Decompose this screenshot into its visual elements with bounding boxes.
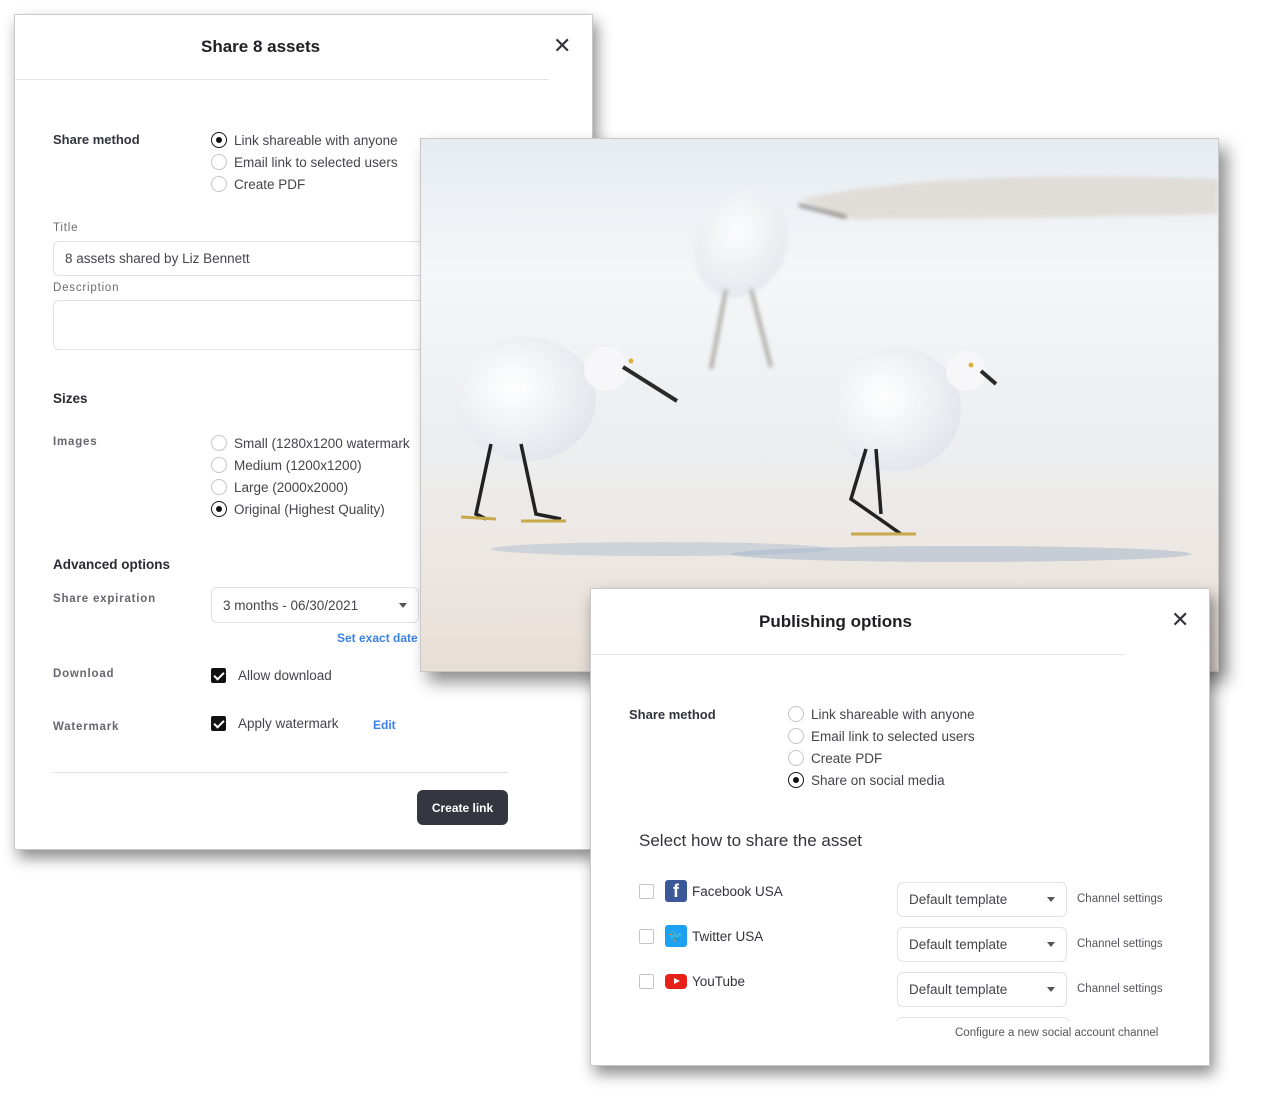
images-label: Images bbox=[53, 436, 98, 448]
template-select-twitter[interactable]: Default template bbox=[897, 927, 1067, 962]
set-exact-date-link[interactable]: Set exact date bbox=[337, 631, 418, 645]
share-expiration-value: 3 months - 06/30/2021 bbox=[223, 597, 359, 613]
radio-label: Original (Highest Quality) bbox=[234, 501, 385, 517]
radio-label: Link shareable with anyone bbox=[234, 132, 398, 148]
radio-email-link[interactable]: Email link to selected users bbox=[788, 725, 975, 747]
watermark-label: Watermark bbox=[53, 721, 120, 733]
apply-watermark-checkbox-row[interactable]: Apply watermark bbox=[211, 716, 339, 731]
allow-download-label: Allow download bbox=[238, 668, 332, 683]
radio-size-large[interactable]: Large (2000x2000) bbox=[211, 476, 410, 498]
channel-name: YouTube bbox=[692, 973, 746, 989]
share-expiration-select[interactable]: 3 months - 06/30/2021 bbox=[211, 587, 419, 623]
radio-dot-icon bbox=[788, 728, 804, 744]
channel-row-youtube: YouTube bbox=[639, 970, 745, 992]
apply-watermark-checkbox[interactable] bbox=[211, 716, 226, 731]
create-link-button[interactable]: Create link bbox=[417, 790, 508, 825]
download-label: Download bbox=[53, 668, 115, 680]
radio-label: Create PDF bbox=[811, 750, 883, 766]
share-method-radio-group: Link shareable with anyone Email link to… bbox=[211, 129, 398, 195]
channel-name: Facebook USA bbox=[692, 883, 783, 899]
close-icon[interactable]: ✕ bbox=[1171, 609, 1189, 631]
radio-label: Email link to selected users bbox=[234, 154, 398, 170]
share-method-label: Share method bbox=[629, 707, 716, 722]
radio-dot-icon bbox=[211, 176, 227, 192]
configure-new-channel-link[interactable]: Configure a new social account channel bbox=[955, 1027, 1158, 1039]
channel-row-twitter: 🐦 Twitter USA bbox=[639, 925, 763, 947]
radio-dot-icon bbox=[211, 501, 227, 517]
template-select-value: Default template bbox=[909, 982, 1008, 997]
dialog-title: Publishing options bbox=[759, 612, 912, 631]
share-method-radio-group: Link shareable with anyone Email link to… bbox=[788, 703, 975, 791]
radio-link-shareable[interactable]: Link shareable with anyone bbox=[788, 703, 975, 725]
radio-size-original[interactable]: Original (Highest Quality) bbox=[211, 498, 410, 520]
radio-link-shareable[interactable]: Link shareable with anyone bbox=[211, 129, 398, 151]
radio-create-pdf[interactable]: Create PDF bbox=[211, 173, 398, 195]
channel-settings-link[interactable]: Channel settings bbox=[1077, 983, 1163, 995]
chevron-down-icon bbox=[399, 602, 407, 608]
radio-dot-icon bbox=[788, 750, 804, 766]
image-size-radio-group: Small (1280x1200 watermark Medium (1200x… bbox=[211, 432, 410, 520]
channel-checkbox[interactable] bbox=[639, 928, 654, 944]
header-divider bbox=[15, 79, 549, 80]
radio-dot-icon bbox=[788, 772, 804, 788]
template-select-value: Default template bbox=[909, 937, 1008, 952]
radio-email-link[interactable]: Email link to selected users bbox=[211, 151, 398, 173]
radio-share-social[interactable]: Share on social media bbox=[788, 769, 975, 791]
channel-checkbox[interactable] bbox=[639, 883, 654, 899]
channel-settings-link[interactable]: Channel settings bbox=[1077, 938, 1163, 950]
share-method-label: Share method bbox=[53, 132, 140, 147]
radio-create-pdf[interactable]: Create PDF bbox=[788, 747, 975, 769]
radio-label: Large (2000x2000) bbox=[234, 479, 349, 495]
watermark-edit-link[interactable]: Edit bbox=[373, 718, 396, 732]
radio-label: Email link to selected users bbox=[811, 728, 975, 744]
title-label: Title bbox=[53, 222, 79, 234]
template-select-partial bbox=[897, 1017, 1069, 1022]
twitter-icon: 🐦 bbox=[665, 925, 687, 947]
chevron-down-icon bbox=[1047, 897, 1055, 902]
apply-watermark-label: Apply watermark bbox=[238, 716, 339, 731]
publishing-options-dialog: Publishing options ✕ Share method Link s… bbox=[590, 588, 1210, 1066]
channel-checkbox[interactable] bbox=[639, 973, 654, 989]
template-select-facebook[interactable]: Default template bbox=[897, 882, 1067, 917]
allow-download-checkbox[interactable] bbox=[211, 668, 226, 683]
facebook-icon: f bbox=[665, 880, 687, 902]
chevron-down-icon bbox=[1047, 942, 1055, 947]
radio-dot-icon bbox=[788, 706, 804, 722]
title-input[interactable]: 8 assets shared by Liz Bennett bbox=[53, 241, 473, 276]
radio-dot-icon bbox=[211, 457, 227, 473]
radio-label: Link shareable with anyone bbox=[811, 706, 975, 722]
template-select-youtube[interactable]: Default template bbox=[897, 972, 1067, 1007]
sizes-heading: Sizes bbox=[53, 391, 88, 406]
allow-download-checkbox-row[interactable]: Allow download bbox=[211, 668, 332, 683]
footer-divider bbox=[53, 772, 508, 773]
select-share-heading: Select how to share the asset bbox=[639, 831, 863, 850]
template-select-value: Default template bbox=[909, 892, 1008, 907]
channel-row-facebook: f Facebook USA bbox=[639, 880, 783, 902]
radio-label: Small (1280x1200 watermark bbox=[234, 435, 410, 451]
share-expiration-label: Share expiration bbox=[53, 593, 156, 605]
radio-dot-icon bbox=[211, 132, 227, 148]
chevron-down-icon bbox=[1047, 987, 1055, 992]
dialog-title: Share 8 assets bbox=[201, 37, 321, 56]
channel-settings-link[interactable]: Channel settings bbox=[1077, 893, 1163, 905]
radio-dot-icon bbox=[211, 154, 227, 170]
radio-size-medium[interactable]: Medium (1200x1200) bbox=[211, 454, 410, 476]
description-label: Description bbox=[53, 282, 120, 294]
header-divider bbox=[591, 654, 1125, 655]
radio-size-small[interactable]: Small (1280x1200 watermark bbox=[211, 432, 410, 454]
title-input-value: 8 assets shared by Liz Bennett bbox=[65, 251, 250, 266]
close-icon[interactable]: ✕ bbox=[553, 35, 571, 57]
description-input[interactable] bbox=[53, 300, 473, 350]
radio-dot-icon bbox=[211, 435, 227, 451]
radio-dot-icon bbox=[211, 479, 227, 495]
radio-label: Medium (1200x1200) bbox=[234, 457, 362, 473]
youtube-icon bbox=[665, 970, 687, 992]
radio-label: Share on social media bbox=[811, 772, 945, 788]
bird-shadow bbox=[491, 542, 831, 556]
advanced-options-heading: Advanced options bbox=[53, 557, 171, 572]
channel-name: Twitter USA bbox=[692, 928, 764, 944]
radio-label: Create PDF bbox=[234, 176, 306, 192]
